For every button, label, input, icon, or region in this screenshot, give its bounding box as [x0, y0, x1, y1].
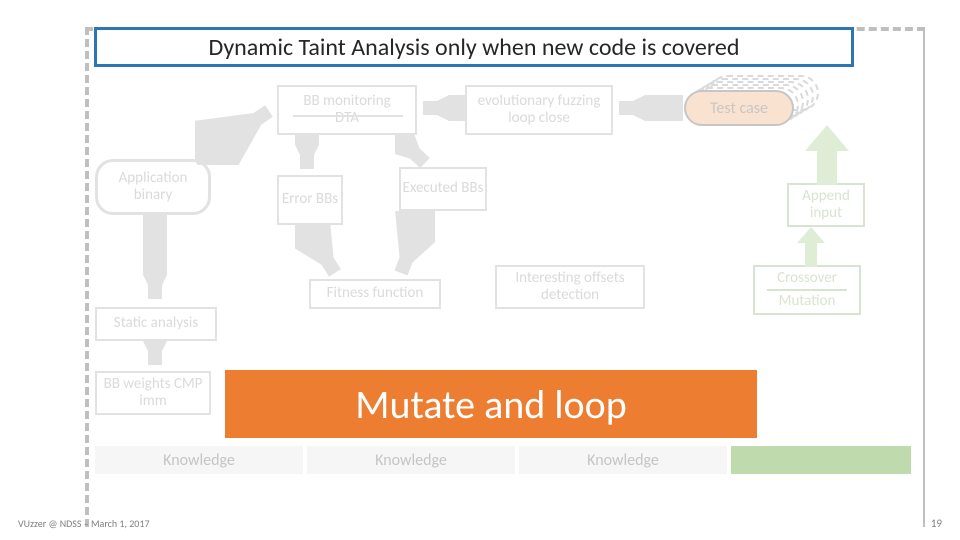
- static-analysis-label: Static analysis: [114, 315, 198, 332]
- arrow-evo-to-bb: [417, 95, 465, 121]
- mutate-overlay-text: Mutate and loop: [355, 380, 626, 429]
- dta-label: DTA: [335, 110, 359, 127]
- arrow-static-to-bbw: [143, 341, 167, 373]
- app-binary-label: Application binary: [98, 170, 208, 205]
- title-text: Dynamic Taint Analysis only when new cod…: [209, 33, 740, 62]
- mutate-overlay: Mutate and loop: [225, 370, 757, 438]
- arrow-bb-to-error: [295, 135, 319, 177]
- knowledge-label-1: Knowledge: [163, 451, 235, 470]
- error-bbs-label: Error BBs: [282, 191, 338, 208]
- fitness-function-label: Fitness function: [327, 285, 424, 302]
- mutation-label: Mutation: [779, 293, 836, 310]
- title-bar: Dynamic Taint Analysis only when new cod…: [94, 27, 854, 67]
- knowledge-label-2: Knowledge: [375, 451, 447, 470]
- crossover-label: Crossover: [777, 270, 837, 287]
- evo-fuzzing-label: evolutionary fuzzing loop close: [467, 93, 611, 128]
- knowledge-highlight: [731, 446, 911, 474]
- arrow-bb-to-exec: [395, 135, 435, 171]
- arrow-green-up: [805, 125, 849, 185]
- arrow-appbin-to-bb: [195, 105, 279, 165]
- arrow-error-to-fitness: [295, 225, 345, 281]
- executed-bbs-label: Executed BBs: [403, 180, 484, 197]
- testcase-label: Test case: [710, 99, 768, 118]
- bb-monitoring-label: BB monitoring: [303, 93, 390, 110]
- arrow-appbin-to-static: [143, 215, 167, 307]
- footer-text: VUzzer @ NDSS – March 1, 2017: [18, 517, 150, 530]
- append-input-label: Append input: [789, 188, 863, 223]
- interesting-offsets-label: Interesting offsets detection: [497, 270, 643, 305]
- page-number: 19: [931, 517, 942, 530]
- diagram-faded-layer: BB monitoring DTA evolutionary fuzzing l…: [95, 75, 915, 410]
- arrow-test-to-evo: [613, 95, 683, 121]
- arrow-green-up2: [797, 227, 825, 267]
- arrow-exec-to-fitness: [395, 211, 435, 281]
- knowledge-label-3: Knowledge: [587, 451, 659, 470]
- bb-weights-label: BB weights CMP imm: [97, 376, 209, 411]
